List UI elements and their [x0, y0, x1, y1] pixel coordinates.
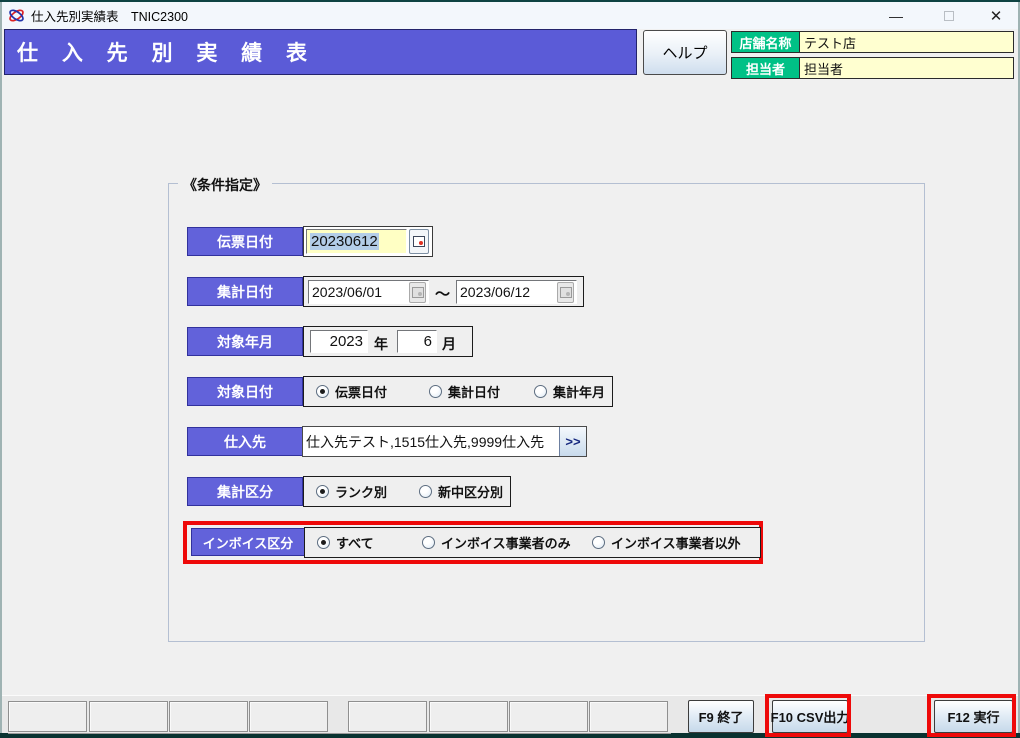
page-title: 仕 入 先 別 実 績 表 [17, 42, 317, 65]
radio-icon [429, 385, 442, 398]
page-header: 仕 入 先 別 実 績 表 [4, 29, 637, 75]
target-month-input[interactable]: 6 [397, 330, 437, 353]
window-border-left [0, 2, 2, 733]
month-unit-label: 月 [442, 336, 456, 352]
maximize-icon [944, 10, 954, 21]
radio-invoice-other[interactable]: インボイス事業者以外 [592, 528, 741, 557]
agg-division-panel: ランク別 新中区分別 [303, 476, 511, 507]
supplier-input[interactable]: 仕入先テスト,1515仕入先,9999仕入先 [303, 427, 559, 456]
close-button[interactable]: ✕ [974, 2, 1018, 29]
target-ym-label: 対象年月 [187, 327, 303, 356]
target-date-panel: 伝票日付 集計日付 集計年月 [303, 376, 613, 407]
app-icon [9, 9, 24, 22]
radio-icon [534, 385, 547, 398]
radio-icon [317, 536, 330, 549]
condition-group-title: 《条件指定》 [178, 175, 272, 195]
radio-by-rank[interactable]: ランク別 [316, 477, 387, 506]
function-key-bar: F9 終了 F10 CSV出力 F12 実行 [2, 695, 1018, 734]
fkey-slot-f1 [8, 701, 87, 732]
agg-date-from-field[interactable]: 2023/06/01 [308, 280, 429, 304]
calendar-icon [413, 236, 425, 247]
agg-date-from-calendar-button [409, 281, 426, 303]
invoice-row-highlight: インボイス区分 すべて インボイス事業者のみ インボイス事業者以外 [183, 521, 763, 564]
titlebar: 仕入先別実績表 TNIC2300 — ✕ [2, 2, 1018, 29]
target-date-label: 対象日付 [187, 377, 303, 406]
radio-icon [316, 385, 329, 398]
store-name-label: 店舗名称 [731, 31, 800, 53]
agg-date-to-value: 2023/06/12 [460, 284, 531, 300]
target-year-input[interactable]: 2023 [310, 330, 368, 353]
agg-date-label: 集計日付 [187, 277, 303, 306]
target-ym-panel: 2023 年 6 月 [303, 326, 473, 357]
radio-target-slip-date[interactable]: 伝票日付 [316, 377, 387, 406]
supplier-frame: 仕入先テスト,1515仕入先,9999仕入先 >> [302, 426, 587, 457]
radio-icon [592, 536, 605, 549]
store-name-value: テスト店 [800, 31, 1014, 53]
help-button[interactable]: ヘルプ [643, 30, 727, 75]
f10-button-highlight [765, 694, 851, 737]
f9-exit-button[interactable]: F9 終了 [688, 700, 754, 733]
slip-date-calendar-button[interactable] [409, 229, 429, 254]
staff-row: 担当者 担当者 [731, 57, 1014, 79]
slip-date-label: 伝票日付 [187, 227, 303, 256]
slip-date-value: 20230612 [310, 233, 379, 250]
calendar-icon [559, 286, 572, 298]
f12-button-highlight [927, 694, 1016, 737]
fkey-slot-f2 [89, 701, 168, 732]
supplier-select-button[interactable]: >> [559, 427, 586, 456]
staff-value: 担当者 [800, 57, 1014, 79]
fkey-slot-f7 [509, 701, 588, 732]
radio-by-mid-division[interactable]: 新中区分別 [419, 477, 503, 506]
store-name-row: 店舗名称 テスト店 [731, 31, 1014, 53]
fkey-slot-f4 [249, 701, 328, 732]
agg-date-panel: 2023/06/01 ～ 2023/06/12 [303, 276, 584, 307]
radio-icon [316, 485, 329, 498]
agg-date-to-field[interactable]: 2023/06/12 [456, 280, 577, 304]
radio-icon [422, 536, 435, 549]
calendar-icon [411, 286, 424, 298]
fkey-slot-f6 [429, 701, 508, 732]
footer-shadow-line [8, 733, 671, 734]
agg-date-to-calendar-button [557, 281, 574, 303]
invoice-division-panel: すべて インボイス事業者のみ インボイス事業者以外 [304, 527, 761, 558]
fkey-slot-f8 [589, 701, 668, 732]
invoice-division-label: インボイス区分 [191, 528, 305, 556]
fkey-slot-f3 [169, 701, 248, 732]
agg-date-from-value: 2023/06/01 [312, 284, 383, 300]
minimize-button[interactable]: — [874, 2, 918, 29]
date-range-separator: ～ [435, 286, 451, 303]
agg-division-label: 集計区分 [187, 477, 303, 506]
radio-invoice-all[interactable]: すべて [317, 528, 374, 557]
fkey-slot-f5 [348, 701, 427, 732]
radio-target-agg-date[interactable]: 集計日付 [429, 377, 500, 406]
staff-label: 担当者 [731, 57, 800, 79]
supplier-label: 仕入先 [187, 427, 303, 456]
maximize-button[interactable] [927, 2, 971, 29]
radio-invoice-only[interactable]: インボイス事業者のみ [422, 528, 571, 557]
radio-icon [419, 485, 432, 498]
window-title: 仕入先別実績表 TNIC2300 [31, 10, 188, 24]
year-unit-label: 年 [374, 336, 388, 352]
slip-date-input[interactable]: 20230612 [306, 229, 407, 254]
radio-target-agg-ym[interactable]: 集計年月 [534, 377, 605, 406]
